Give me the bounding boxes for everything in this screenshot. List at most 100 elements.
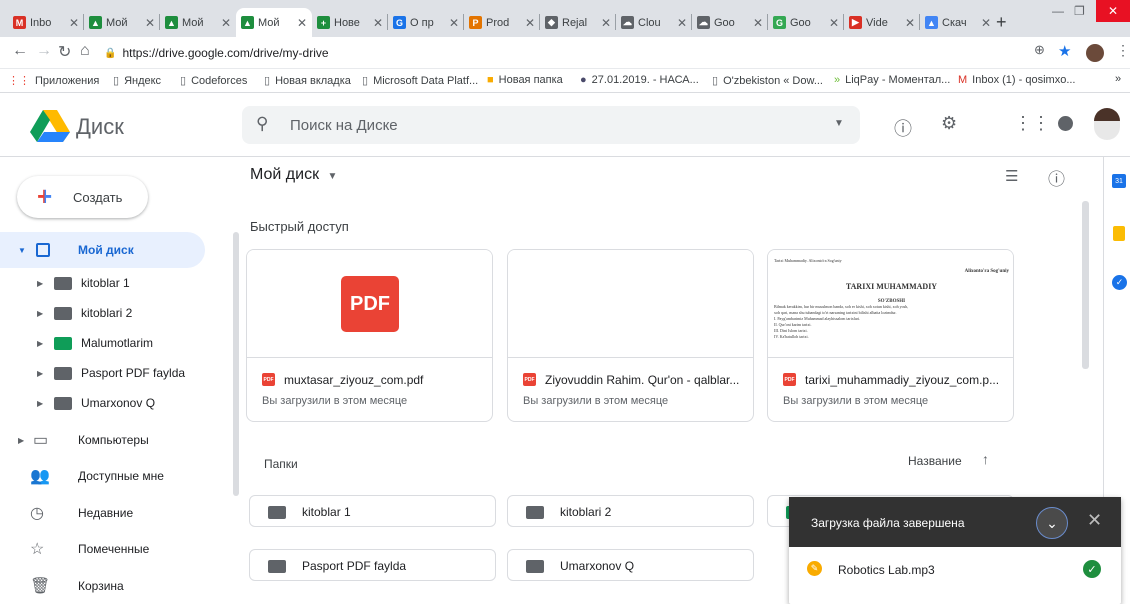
browser-tab[interactable]: + Нове ✕ — [312, 8, 388, 37]
main-scrollbar[interactable] — [1082, 201, 1089, 369]
browser-menu-icon[interactable]: ⋮ — [1116, 42, 1130, 59]
tab-close-icon[interactable]: ✕ — [981, 16, 991, 30]
expand-arrow-icon[interactable]: ▶ — [37, 369, 43, 378]
notifications-icon[interactable] — [1058, 116, 1073, 131]
tab-close-icon[interactable]: ✕ — [449, 16, 459, 30]
uploaded-file-name[interactable]: Robotics Lab.mp3 — [838, 563, 935, 577]
bookmark-item[interactable]: ▯ O'zbekiston « Dow... — [712, 74, 823, 88]
folder-card[interactable]: kitoblari 2 — [507, 495, 754, 527]
bookmark-item[interactable]: ■ Новая папка — [487, 74, 563, 86]
page-title[interactable]: Мой диск ▼ — [250, 166, 337, 184]
bookmark-item[interactable]: ▯ Новая вкладка — [264, 74, 351, 88]
browser-tab[interactable]: ☁ Goo ✕ — [692, 8, 768, 37]
sort-by-name-button[interactable]: Название — [908, 454, 962, 468]
sidebar-folder-item[interactable]: ▶ kitoblari 2 — [0, 299, 205, 327]
sidebar-item-trash[interactable]: 🗑 Корзина — [0, 568, 205, 604]
zoom-icon[interactable]: ⊕ — [1034, 42, 1045, 58]
address-bar[interactable]: 🔒 https://drive.google.com/drive/my-driv… — [104, 41, 1104, 65]
browser-tab[interactable]: ◆ Rejal ✕ — [540, 8, 616, 37]
tasks-icon[interactable]: ✓ — [1112, 275, 1127, 290]
tab-close-icon[interactable]: ✕ — [677, 16, 687, 30]
browser-tab[interactable]: ▲ Мой ✕ — [236, 8, 312, 37]
browser-tab[interactable]: ▲ Мой ✕ — [160, 8, 236, 37]
reload-icon[interactable]: ↻ — [58, 42, 71, 62]
home-icon[interactable]: ⌂ — [80, 42, 90, 60]
tab-close-icon[interactable]: ✕ — [753, 16, 763, 30]
maximize-icon[interactable]: ❐ — [1074, 4, 1085, 18]
expand-arrow-icon[interactable]: ▶ — [18, 436, 24, 445]
profile-avatar-small[interactable] — [1086, 44, 1104, 62]
folder-card[interactable]: Umarxonov Q — [507, 549, 754, 581]
search-options-icon[interactable]: ▼ — [834, 118, 844, 129]
bookmark-item[interactable]: ▯ Яндекс — [113, 74, 161, 88]
bookmark-item[interactable]: ▯ Codeforces — [180, 74, 247, 88]
expand-arrow-icon[interactable]: ▶ — [37, 309, 43, 318]
new-tab-button[interactable]: + — [996, 12, 1007, 33]
browser-tab[interactable]: ☁ Clou ✕ — [616, 8, 692, 37]
tab-close-icon[interactable]: ✕ — [525, 16, 535, 30]
bookmark-item[interactable]: ● 27.01.2019. - НАСА... — [580, 74, 699, 86]
bookmark-item[interactable]: » LiqPay - Моментал... — [834, 74, 950, 86]
sidebar-folder-item[interactable]: ▶ Malumotlarim — [0, 329, 205, 357]
quick-access-card[interactable]: PDF Ziyovuddin Rahim. Qur'on - qalblar...… — [507, 249, 754, 422]
expand-arrow-icon[interactable]: ▶ — [37, 339, 43, 348]
browser-tab[interactable]: P Prod ✕ — [464, 8, 540, 37]
minimize-icon[interactable]: — — [1052, 4, 1064, 18]
expand-arrow-icon[interactable]: ▼ — [18, 246, 26, 255]
sidebar-item-my-drive[interactable]: ▼ Мой диск — [0, 232, 205, 268]
tab-close-icon[interactable]: ✕ — [905, 16, 915, 30]
bookmarks-more[interactable]: » — [1115, 73, 1121, 85]
collapse-toast-button[interactable]: ⌄ — [1036, 507, 1068, 539]
sidebar-scrollbar[interactable] — [233, 232, 239, 496]
app-name[interactable]: Диск — [76, 114, 124, 140]
browser-tab[interactable]: ▶ Vide ✕ — [844, 8, 920, 37]
sort-arrow-up-icon[interactable]: ↑ — [982, 451, 989, 467]
back-icon[interactable]: ← — [12, 42, 28, 60]
settings-gear-icon[interactable]: ⚙ — [941, 113, 957, 134]
folder-card[interactable]: kitoblar 1 — [249, 495, 496, 527]
sidebar-folder-item[interactable]: ▶ kitoblar 1 — [0, 269, 205, 297]
forward-icon[interactable]: → — [36, 42, 52, 60]
list-view-icon[interactable]: ☰ — [1005, 167, 1018, 185]
tab-close-icon[interactable]: ✕ — [829, 16, 839, 30]
search-input[interactable]: Поиск на Диске — [290, 117, 398, 134]
browser-tab[interactable]: ▲ Мой ✕ — [84, 8, 160, 37]
create-button[interactable]: + Создать — [17, 176, 148, 218]
quick-access-card[interactable]: PDF PDF muxtasar_ziyouz_com.pdf Вы загрузил… — [246, 249, 493, 422]
quick-access-card[interactable]: Tarixi Muhammadiy. Alixonto'ra Sog'uniy A… — [767, 249, 1014, 422]
tab-close-icon[interactable]: ✕ — [69, 16, 79, 30]
bookmark-star-icon[interactable]: ★ — [1058, 42, 1071, 60]
tab-close-icon[interactable]: ✕ — [297, 16, 307, 30]
apps-grid-icon[interactable]: ⋮⋮ — [1014, 113, 1050, 134]
help-icon[interactable]: ⓘ — [894, 115, 912, 141]
info-icon[interactable]: ⓘ — [1048, 165, 1065, 190]
sidebar-item-computers[interactable]: ▶ ▭ Компьютеры — [0, 422, 205, 458]
bookmark-item[interactable]: M Inbox (1) - qosimxo... — [958, 74, 1076, 86]
sidebar-item-shared[interactable]: 👥 Доступные мне — [0, 458, 205, 494]
expand-arrow-icon[interactable]: ▶ — [37, 399, 43, 408]
calendar-icon[interactable]: 31 — [1112, 174, 1126, 188]
keep-icon[interactable] — [1113, 226, 1125, 241]
search-icon[interactable]: ⚲ — [256, 114, 268, 134]
tab-close-icon[interactable]: ✕ — [221, 16, 231, 30]
search-box[interactable]: ⚲ Поиск на Диске ▼ — [242, 106, 860, 144]
bookmark-item[interactable]: ⋮⋮ Приложения — [8, 74, 99, 88]
account-avatar[interactable] — [1094, 108, 1120, 140]
window-close-button[interactable]: ✕ — [1096, 0, 1130, 22]
sidebar-folder-item[interactable]: ▶ Pasport PDF faylda — [0, 359, 205, 387]
bookmark-item[interactable]: ▯ Microsoft Data Platf... — [362, 74, 478, 88]
expand-arrow-icon[interactable]: ▶ — [37, 279, 43, 288]
tab-close-icon[interactable]: ✕ — [601, 16, 611, 30]
sidebar-item-starred[interactable]: ☆ Помеченные — [0, 531, 205, 567]
drive-logo-icon[interactable] — [30, 110, 70, 142]
browser-tab[interactable]: M Inbo ✕ — [8, 8, 84, 37]
tab-close-icon[interactable]: ✕ — [373, 16, 383, 30]
browser-tab[interactable]: ▲ Скач ✕ — [920, 8, 996, 37]
sidebar-item-recent[interactable]: ◷ Недавние — [0, 495, 205, 531]
tab-close-icon[interactable]: ✕ — [145, 16, 155, 30]
browser-tab[interactable]: G Goo ✕ — [768, 8, 844, 37]
sidebar-folder-item[interactable]: ▶ Umarxonov Q — [0, 389, 205, 417]
folder-card[interactable]: Pasport PDF faylda — [249, 549, 496, 581]
close-toast-icon[interactable]: ✕ — [1087, 510, 1102, 531]
browser-tab[interactable]: G О пр ✕ — [388, 8, 464, 37]
